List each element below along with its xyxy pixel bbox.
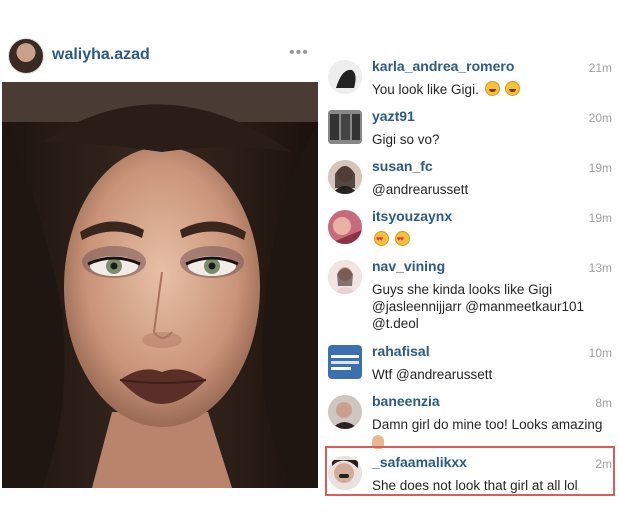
poster-username[interactable]: waliyha.azad bbox=[52, 46, 150, 64]
comment-line: @jasleennijjarr @manmeetkaur101 bbox=[372, 299, 585, 314]
laughing-tears-icon bbox=[505, 81, 521, 96]
comments-list: karla_andrea_romero 21m You look like Gi… bbox=[322, 52, 620, 512]
poster-avatar[interactable] bbox=[8, 38, 44, 74]
comment-time: 10m bbox=[588, 346, 612, 360]
comment-body: You look like Gigi. bbox=[372, 82, 479, 97]
comment-item: karla_andrea_romero 21m You look like Gi… bbox=[322, 52, 618, 102]
comment-time: 20m bbox=[588, 111, 612, 125]
commenter-avatar[interactable] bbox=[328, 60, 362, 94]
comment-username[interactable]: itsyouzaynx bbox=[372, 208, 452, 224]
comment-time: 21m bbox=[588, 61, 612, 75]
comment-item: yazt91 20m Gigi so vo? bbox=[322, 102, 618, 152]
comment-item: itsyouzaynx 19m bbox=[322, 202, 618, 252]
heart-eyes-icon bbox=[374, 231, 389, 248]
comment-item: nav_vining 13m Guys she kinda looks like… bbox=[322, 252, 618, 337]
comment-text: You look like Gigi. bbox=[372, 81, 608, 98]
comment-body: Wtf @andrearussett bbox=[372, 367, 493, 382]
commenter-avatar[interactable] bbox=[328, 345, 362, 379]
comment-text bbox=[372, 231, 608, 248]
commenter-avatar[interactable] bbox=[328, 395, 362, 429]
comment-item: susan_fc 19m @andrearussett bbox=[322, 152, 618, 202]
comment-body: Gigi so vo? bbox=[372, 132, 440, 147]
comment-body: @andrearussett bbox=[372, 182, 469, 197]
commenter-avatar[interactable] bbox=[328, 110, 362, 144]
comment-time: 19m bbox=[588, 211, 612, 225]
highlight-box bbox=[325, 446, 615, 496]
comment-line: Guys she kinda looks like Gigi bbox=[372, 282, 553, 297]
post-photo[interactable] bbox=[2, 82, 318, 488]
comment-username[interactable]: yazt91 bbox=[372, 108, 415, 124]
comment-line: @t.deol bbox=[372, 316, 419, 331]
laughing-tears-icon bbox=[484, 81, 500, 96]
comment-text: Guys she kinda looks like Gigi @jasleenn… bbox=[372, 281, 608, 332]
comment-username[interactable]: karla_andrea_romero bbox=[372, 58, 514, 74]
comment-time: 19m bbox=[588, 161, 612, 175]
comment-username[interactable]: rahafisal bbox=[372, 343, 430, 359]
heart-eyes-icon bbox=[394, 231, 410, 248]
comment-time: 8m bbox=[595, 396, 612, 410]
comment-username[interactable]: susan_fc bbox=[372, 158, 433, 174]
commenter-avatar[interactable] bbox=[328, 160, 362, 194]
comment-username[interactable]: baneenzia bbox=[372, 393, 440, 409]
commenter-avatar[interactable] bbox=[328, 210, 362, 244]
comment-item: rahafisal 10m Wtf @andrearussett bbox=[322, 337, 618, 387]
commenter-avatar[interactable] bbox=[328, 260, 362, 294]
comment-time: 13m bbox=[588, 261, 612, 275]
comment-body: Damn girl do mine too! Looks amazing bbox=[372, 417, 603, 432]
comment-item: baneenzia 8m Damn girl do mine too! Look… bbox=[322, 387, 618, 449]
more-horizontal-icon[interactable]: ••• bbox=[289, 44, 309, 62]
post-header: waliyha.azad ••• bbox=[0, 0, 318, 82]
comment-username[interactable]: nav_vining bbox=[372, 258, 445, 274]
